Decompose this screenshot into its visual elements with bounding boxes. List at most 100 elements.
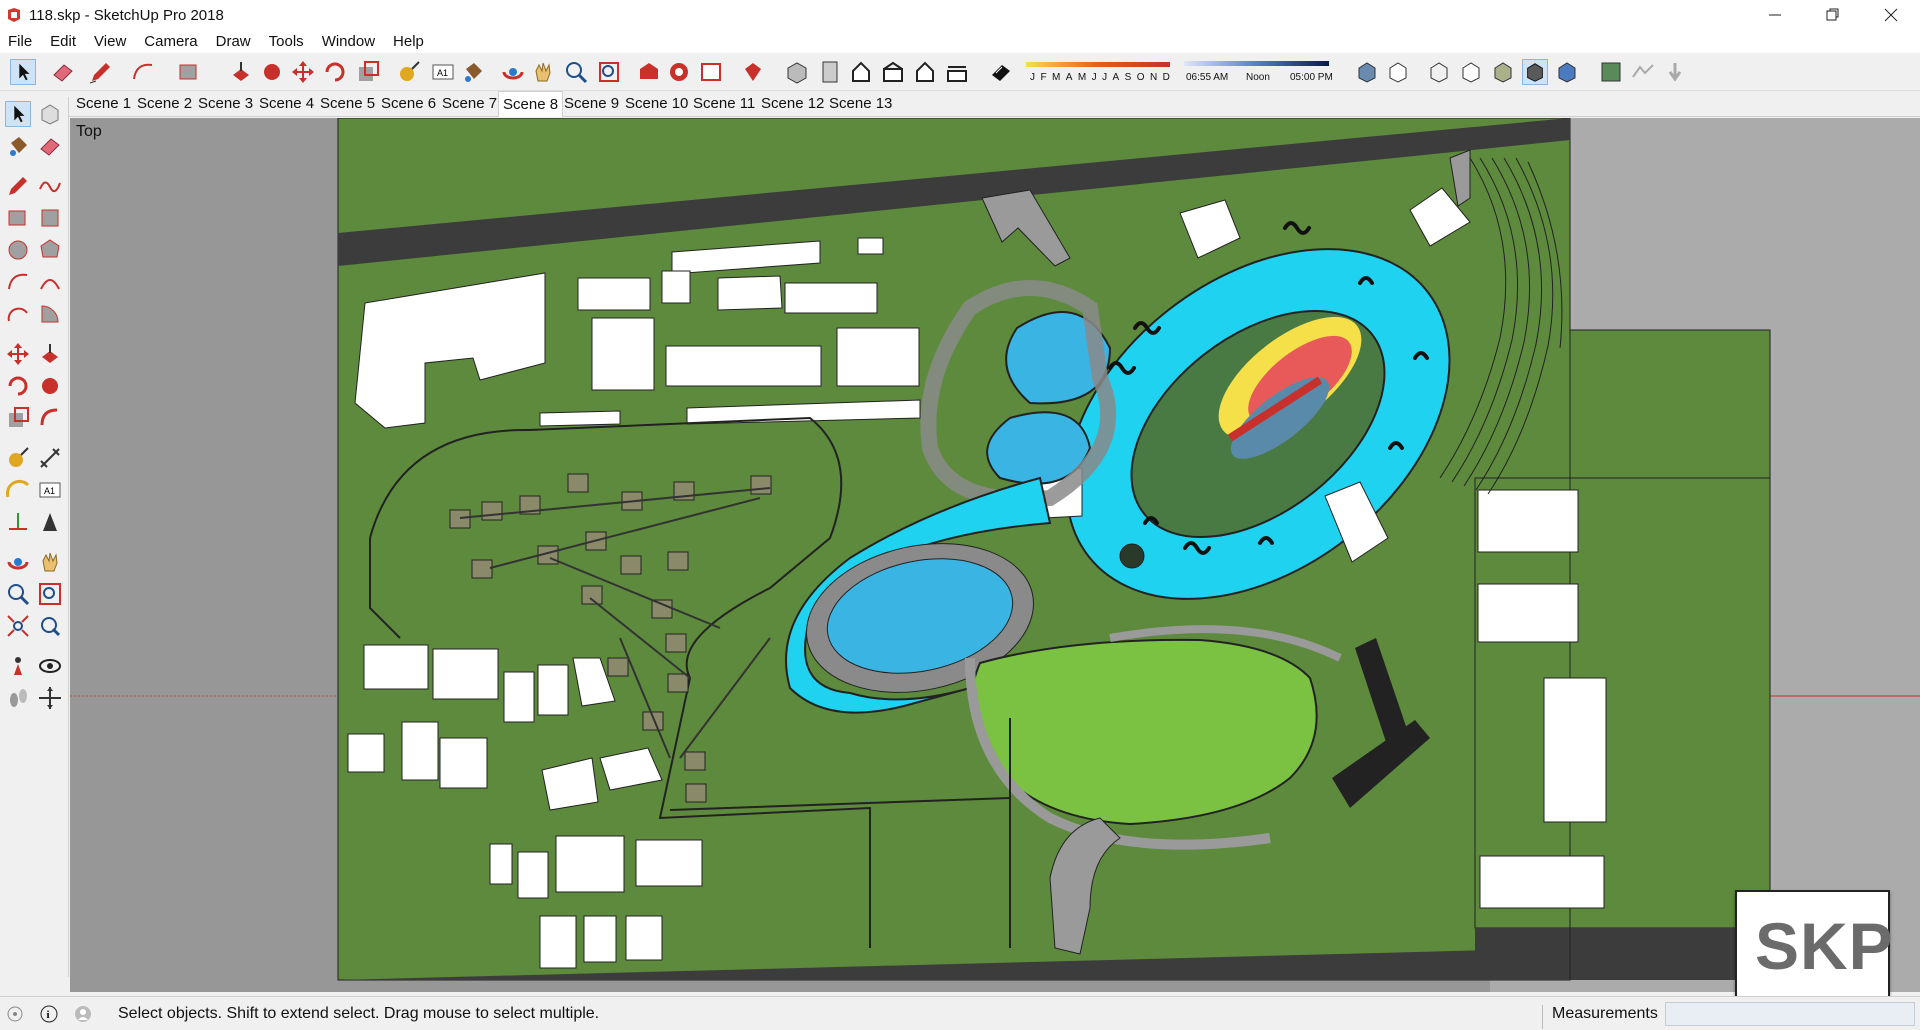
restore-button[interactable] [1804,0,1862,30]
shaded-textures-style-icon[interactable] [1522,59,1548,85]
zoom-tool-icon[interactable] [563,59,589,85]
extension-warehouse-icon[interactable] [666,59,692,85]
pie-tool-icon[interactable] [37,301,63,327]
eraser-tool-icon[interactable] [50,59,76,85]
rotate-tool-icon[interactable] [322,59,348,85]
menu-draw[interactable]: Draw [207,33,260,50]
protractor-tool-icon[interactable] [5,477,31,503]
follow-me-tool-icon[interactable] [259,59,285,85]
dimension-tool-icon[interactable] [37,445,63,471]
text-tool-icon[interactable]: A1 [37,477,63,503]
tab-scene-1[interactable]: Scene 1 [72,93,135,115]
geolocation-icon[interactable] [6,1005,24,1023]
right-view-icon[interactable] [880,59,906,85]
shadow-time-slider[interactable] [1184,61,1329,71]
hidden-line-style-icon[interactable] [1458,59,1484,85]
left-view-icon[interactable] [944,59,970,85]
user-account-icon[interactable] [74,1005,92,1023]
tab-scene-10[interactable]: Scene 10 [621,93,692,115]
line-tool-icon[interactable] [5,173,31,199]
top-view-icon[interactable] [817,59,843,85]
tab-scene-6[interactable]: Scene 6 [377,93,440,115]
add-location-icon[interactable] [1598,59,1624,85]
arc-tool-icon[interactable] [130,59,156,85]
rectangle-tool-icon[interactable] [5,205,31,231]
photo-texture-icon[interactable] [1662,59,1688,85]
menu-view[interactable]: View [85,33,135,50]
xray-style-icon[interactable] [1354,59,1380,85]
wireframe-style-icon[interactable] [1426,59,1452,85]
pencil-tool-icon[interactable] [88,59,114,85]
tab-scene-5[interactable]: Scene 5 [316,93,379,115]
tab-scene-9[interactable]: Scene 9 [560,93,623,115]
close-button[interactable] [1862,0,1920,30]
walk-tool-icon[interactable] [5,685,31,711]
section-plane-tool-icon[interactable] [37,685,63,711]
zoom-window-tool-icon[interactable] [37,581,63,607]
iso-view-icon[interactable] [784,59,810,85]
shaded-style-icon[interactable] [1490,59,1516,85]
scale-tool-icon[interactable] [355,59,381,85]
orbit-tool-icon[interactable] [5,549,31,575]
menu-help[interactable]: Help [384,33,433,50]
tab-scene-8[interactable]: Scene 8 [498,91,564,117]
menu-camera[interactable]: Camera [135,33,206,50]
back-edges-style-icon[interactable] [1385,59,1411,85]
menu-edit[interactable]: Edit [41,33,85,50]
select-tool-icon[interactable] [5,101,31,127]
move-tool-icon[interactable] [5,341,31,367]
freehand-tool-icon[interactable] [37,173,63,199]
rotated-rectangle-tool-icon[interactable] [37,205,63,231]
paint-bucket-tool-icon[interactable] [5,133,31,159]
orbit-tool-icon[interactable] [500,59,526,85]
look-around-tool-icon[interactable] [37,653,63,679]
rectangle-tool-icon[interactable] [176,59,202,85]
pan-tool-icon[interactable] [530,59,556,85]
monochrome-style-icon[interactable] [1554,59,1580,85]
menu-window[interactable]: Window [313,33,384,50]
zoom-tool-icon[interactable] [5,581,31,607]
push-pull-tool-icon[interactable] [37,341,63,367]
3d-warehouse-icon[interactable] [636,59,662,85]
axes-tool-icon[interactable] [5,509,31,535]
scale-tool-icon[interactable] [5,405,31,431]
tab-scene-11[interactable]: Scene 11 [689,93,759,115]
layout-send-icon[interactable] [698,59,724,85]
make-component-icon[interactable] [37,101,63,127]
menu-tools[interactable]: Tools [260,33,313,50]
credits-info-icon[interactable]: i [40,1005,58,1023]
tab-scene-4[interactable]: Scene 4 [255,93,318,115]
tab-scene-7[interactable]: Scene 7 [438,93,501,115]
eraser-tool-icon[interactable] [37,133,63,159]
offset-tool-icon[interactable] [37,405,63,431]
zoom-extents-tool-icon[interactable] [596,59,622,85]
menu-file[interactable]: File [0,33,41,50]
move-tool-icon[interactable] [290,59,316,85]
ruby-console-icon[interactable] [740,59,766,85]
arc-tool-icon[interactable] [5,269,31,295]
two-point-arc-tool-icon[interactable] [37,269,63,295]
pan-tool-icon[interactable] [37,549,63,575]
minimize-button[interactable] [1746,0,1804,30]
position-camera-tool-icon[interactable] [5,653,31,679]
tab-scene-2[interactable]: Scene 2 [133,93,196,115]
paint-bucket-tool-icon[interactable] [460,59,486,85]
tab-scene-12[interactable]: Scene 12 [757,93,828,115]
front-view-icon[interactable] [848,59,874,85]
sketchup-app-icon[interactable] [6,7,22,23]
tab-scene-3[interactable]: Scene 3 [194,93,257,115]
push-pull-tool-icon[interactable] [228,59,254,85]
polygon-tool-icon[interactable] [37,237,63,263]
tape-measure-tool-icon[interactable] [5,445,31,471]
select-tool-icon[interactable] [10,59,36,85]
three-point-arc-tool-icon[interactable] [5,301,31,327]
shadows-toggle-icon[interactable] [988,59,1014,85]
rotate-tool-icon[interactable] [5,373,31,399]
circle-tool-icon[interactable] [5,237,31,263]
model-viewport[interactable]: Top [70,118,1920,992]
tape-measure-tool-icon[interactable] [396,59,422,85]
toggle-terrain-icon[interactable] [1630,59,1656,85]
back-view-icon[interactable] [912,59,938,85]
tab-scene-13[interactable]: Scene 13 [825,93,896,115]
3d-text-tool-icon[interactable] [37,509,63,535]
